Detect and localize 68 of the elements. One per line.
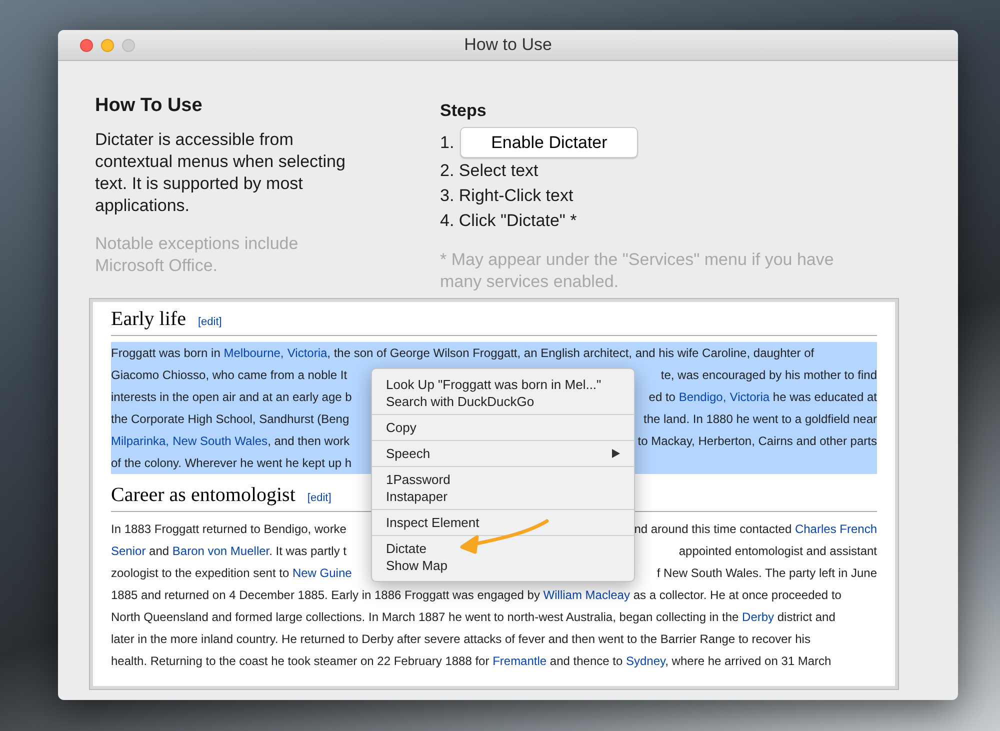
article-text: . It was partly t	[269, 544, 346, 558]
minimize-button[interactable]	[101, 38, 114, 52]
article-text: the land. In 1880 he went to a goldfield near	[643, 412, 877, 426]
menu-item[interactable]: Instapaper	[372, 488, 634, 505]
article-link[interactable]: Charles French	[794, 522, 877, 536]
article-text: In 1883 Froggatt returned to Bendigo, worke	[111, 522, 346, 536]
article-text: North Queensland and formed large collections. In March 1887 he went to north-west Australia, began collecting in the	[111, 610, 740, 624]
step-text: 4. Click "Dictate" *	[440, 210, 577, 232]
menu-item[interactable]: Look Up "Froggatt was born in Mel..."	[372, 376, 634, 393]
article-text: appointed entomologist and assistant	[678, 544, 877, 558]
article-heading: Career as entomologist	[111, 484, 296, 507]
article-text: interests in the open air and at an early age b	[111, 390, 352, 404]
close-button[interactable]	[80, 38, 93, 52]
article-text: later in the more inland country. He returned to Derby after severe attacks of fever and then went to the Barrier Range to recover his	[111, 632, 810, 646]
article-text: Giacomo Chiosso, who came from a noble It	[111, 368, 348, 382]
article-heading: Early life	[111, 308, 186, 331]
menu-item[interactable]: Inspect Element	[372, 514, 634, 531]
edit-link[interactable]: [edit]	[198, 316, 222, 328]
article-text: health. Returning to the coast he took steamer on 22 February 1888 for	[111, 654, 490, 668]
steps-heading: Steps	[440, 101, 488, 121]
menu-item[interactable]: Speech	[372, 445, 634, 462]
footnote-text: * May appear under the "Services" menu if you have many services enabled.	[440, 249, 835, 293]
article-link[interactable]: Baron von Mueller	[172, 544, 270, 558]
article-link[interactable]: Bendigo,	[678, 390, 726, 404]
menu-item[interactable]: 1Password	[372, 471, 634, 488]
article-text: Froggatt was born in	[111, 346, 222, 360]
article-link[interactable]: Victoria	[730, 390, 770, 404]
section-heading: How To Use	[95, 95, 204, 117]
article-text: te, was encouraged by his mother to find	[660, 368, 877, 382]
article-link[interactable]: Sydney	[626, 654, 666, 668]
article-text: ed to	[648, 390, 676, 404]
article-text: as a collector. He at once proceeded to	[632, 588, 842, 602]
article-text: , the son of George Wilson Froggatt, an English architect, and his wife Caroline, daughter of	[327, 346, 814, 360]
article-text: , where he arrived on 31 March	[665, 654, 832, 668]
menu-item[interactable]: Copy	[372, 419, 634, 436]
article-text: district and	[776, 610, 836, 624]
menu-item[interactable]: Dictate	[372, 540, 634, 557]
article-text: of the colony. Wherever he went he kept up h	[111, 456, 352, 470]
step-text: 2. Select text	[440, 160, 538, 182]
menu-item[interactable]: Search with DuckDuckGo	[372, 393, 634, 410]
enable-button[interactable]: Enable Dictater	[460, 127, 638, 158]
submenu-arrow-icon	[612, 449, 620, 458]
edit-link[interactable]: [edit]	[307, 492, 332, 504]
article-link[interactable]: William Macleay	[543, 588, 630, 602]
article-text: to Mackay, Herberton, Cairns and other parts	[638, 434, 877, 448]
menu-item[interactable]: Show Map	[372, 557, 634, 574]
article-link[interactable]: New Guine	[292, 566, 352, 580]
article-text: he was educated at	[772, 390, 877, 404]
article-text: 1885 and returned on 4 December 1885. Early in 1886 Froggatt was engaged by	[111, 588, 541, 602]
article-text: nd around this time contacted	[634, 522, 793, 536]
article-text: zoologist to the expedition sent to	[111, 566, 290, 580]
article-link[interactable]: Senior	[111, 544, 146, 558]
article-text: f New South Wales. The party left in June	[656, 566, 877, 580]
description-text: Dictater is accessible from contextual menus when selecting text. It is supported by most applications.	[95, 129, 346, 217]
article-link[interactable]: Fremantle	[492, 654, 547, 668]
article-text: and thence to	[548, 654, 624, 668]
note-text: Notable exceptions include Microsoft Office.	[95, 233, 300, 277]
article-text: the Corporate High School, Sandhurst (Beng	[111, 412, 350, 426]
article-text: and	[148, 544, 170, 558]
step-text: 3. Right-Click text	[440, 185, 574, 207]
article-link[interactable]: Melbourne,	[224, 346, 284, 360]
article-text: , and then work	[268, 434, 350, 448]
article-link[interactable]: New South Wales	[172, 434, 268, 448]
article-link[interactable]: Derby	[742, 610, 774, 624]
step-number: 1.	[440, 132, 454, 154]
article-link[interactable]: Milparinka,	[111, 434, 170, 448]
article-link[interactable]: Victoria	[287, 346, 328, 360]
window-title: How to Use	[464, 35, 552, 54]
